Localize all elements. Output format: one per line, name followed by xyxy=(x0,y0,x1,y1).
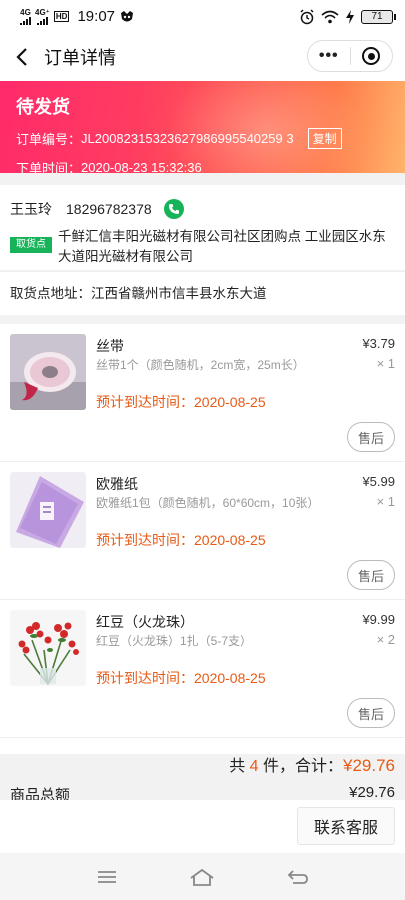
signal-label: 4G⁺ xyxy=(35,7,50,17)
pickup-badge: 取货点 xyxy=(10,237,52,253)
nav-bar: 订单详情 ••• xyxy=(0,33,405,81)
target-icon xyxy=(362,47,381,65)
pickup-address-row: 取货点地址：江西省赣州市信丰县水东大道 xyxy=(0,271,405,315)
status-bar: 4G 4G⁺ HD 19:07 71 xyxy=(0,0,405,33)
red-berries-image xyxy=(10,610,86,686)
contact-row: 王玉玲 18296782378 xyxy=(10,199,395,219)
order-number-label: 订单编号： xyxy=(16,132,82,147)
app-notification-icon xyxy=(121,10,134,21)
total-middle: 件，合计： xyxy=(258,758,343,775)
order-total: 共 4 件，合计：¥29.76 xyxy=(229,752,395,776)
close-miniprogram-button[interactable] xyxy=(351,47,393,65)
after-sale-button[interactable]: 售后 xyxy=(347,560,395,590)
chevron-left-icon xyxy=(16,48,27,66)
customer-service-button[interactable]: 联系客服 xyxy=(297,807,395,845)
hd-icon: HD xyxy=(53,11,70,22)
pickup-point-row: 取货点 千鲜汇信丰阳光磁材有限公司社区团购点 工业园区水东大道阳光磁材有限公司 xyxy=(10,227,395,267)
status-left: 4G 4G⁺ HD 19:07 xyxy=(20,8,135,25)
wrapping-paper-image xyxy=(10,472,86,548)
pickup-address-label: 取货点地址： xyxy=(10,286,91,301)
contact-phone: 18296782378 xyxy=(66,201,152,217)
back-button[interactable] xyxy=(0,33,44,81)
list-item: 丝带 丝带1个（颜色随机，2cm宽，25m长） ¥3.79 × 1 预计到达时间… xyxy=(0,324,405,462)
order-time-label: 下单时间： xyxy=(16,161,82,173)
item-price: ¥9.99 xyxy=(362,612,395,627)
item-quantity: × 1 xyxy=(376,494,395,509)
system-nav-bar xyxy=(0,853,405,900)
bottom-bar: 联系客服 xyxy=(0,800,405,853)
back-nav-icon[interactable] xyxy=(287,868,309,886)
list-item: 红豆（火龙珠） 红豆（火龙珠）1扎（5-7支） ¥9.99 × 2 预计到达时间… xyxy=(0,600,405,738)
summary-value: ¥29.76 xyxy=(349,784,395,801)
clock: 19:07 xyxy=(77,8,116,25)
item-name: 红豆（火龙珠） xyxy=(96,614,194,630)
more-button[interactable]: ••• xyxy=(308,47,350,65)
alarm-icon xyxy=(300,8,314,24)
item-spec: 欧雅纸1包（颜色随机，60*60cm，10张） xyxy=(96,496,320,510)
order-status-banner: 待发货 订单编号： JL20082315323627986995540259 3… xyxy=(0,81,405,173)
item-spec: 丝带1个（颜色随机，2cm宽，25m长） xyxy=(96,358,305,372)
call-button[interactable] xyxy=(163,199,184,219)
order-status: 待发货 xyxy=(16,97,70,117)
item-name: 欧雅纸 xyxy=(96,476,138,492)
item-price: ¥5.99 xyxy=(362,474,395,489)
item-eta: 预计到达时间：2020-08-25 xyxy=(96,670,266,686)
copy-button[interactable]: 复制 xyxy=(307,128,342,149)
charging-icon xyxy=(346,9,354,24)
item-quantity: × 1 xyxy=(376,356,395,371)
menu-icon[interactable] xyxy=(96,869,118,885)
order-number-row: 订单编号： JL20082315323627986995540259 3 复制 xyxy=(16,128,389,149)
order-items-list: 丝带 丝带1个（颜色随机，2cm宽，25m长） ¥3.79 × 1 预计到达时间… xyxy=(0,324,405,775)
after-sale-button[interactable]: 售后 xyxy=(347,422,395,452)
order-time: 2020-08-23 15:32:36 xyxy=(81,160,202,173)
list-item: 欧雅纸 欧雅纸1包（颜色随机，60*60cm，10张） ¥5.99 × 1 预计… xyxy=(0,462,405,600)
pickup-point-name: 千鲜汇信丰阳光磁材有限公司社区团购点 工业园区水东大道阳光磁材有限公司 xyxy=(58,229,386,264)
pickup-address: 江西省赣州市信丰县水东大道 xyxy=(91,286,267,301)
item-price: ¥3.79 xyxy=(362,336,395,351)
order-time-row: 下单时间： 2020-08-23 15:32:36 xyxy=(16,158,389,173)
battery-indicator: 71 xyxy=(361,9,396,24)
page-title: 订单详情 xyxy=(44,48,116,68)
signal-icon: 4G xyxy=(20,7,31,25)
home-icon[interactable] xyxy=(189,867,215,887)
ribbon-image xyxy=(10,334,86,410)
miniprogram-capsule: ••• xyxy=(307,40,393,72)
contact-name: 王玉玲 xyxy=(10,201,52,217)
signal-label: 4G xyxy=(20,7,31,17)
order-number: JL20082315323627986995540259 3 xyxy=(81,131,294,146)
wifi-icon xyxy=(321,10,339,23)
status-right: 71 xyxy=(299,8,396,25)
phone-icon xyxy=(168,204,179,214)
item-eta: 预计到达时间：2020-08-25 xyxy=(96,532,266,548)
item-spec: 红豆（火龙珠）1扎（5-7支） xyxy=(96,634,253,648)
total-amount: ¥29.76 xyxy=(343,756,395,775)
contact-section: 王玉玲 18296782378 取货点 千鲜汇信丰阳光磁材有限公司社区团购点 工… xyxy=(0,185,405,270)
item-name: 丝带 xyxy=(96,338,124,354)
total-prefix: 共 xyxy=(229,758,250,775)
after-sale-button[interactable]: 售后 xyxy=(347,698,395,728)
total-count: 4 xyxy=(249,758,259,775)
item-eta: 预计到达时间：2020-08-25 xyxy=(96,394,266,410)
signal-icon: 4G⁺ xyxy=(35,7,50,25)
item-quantity: × 2 xyxy=(376,632,395,647)
